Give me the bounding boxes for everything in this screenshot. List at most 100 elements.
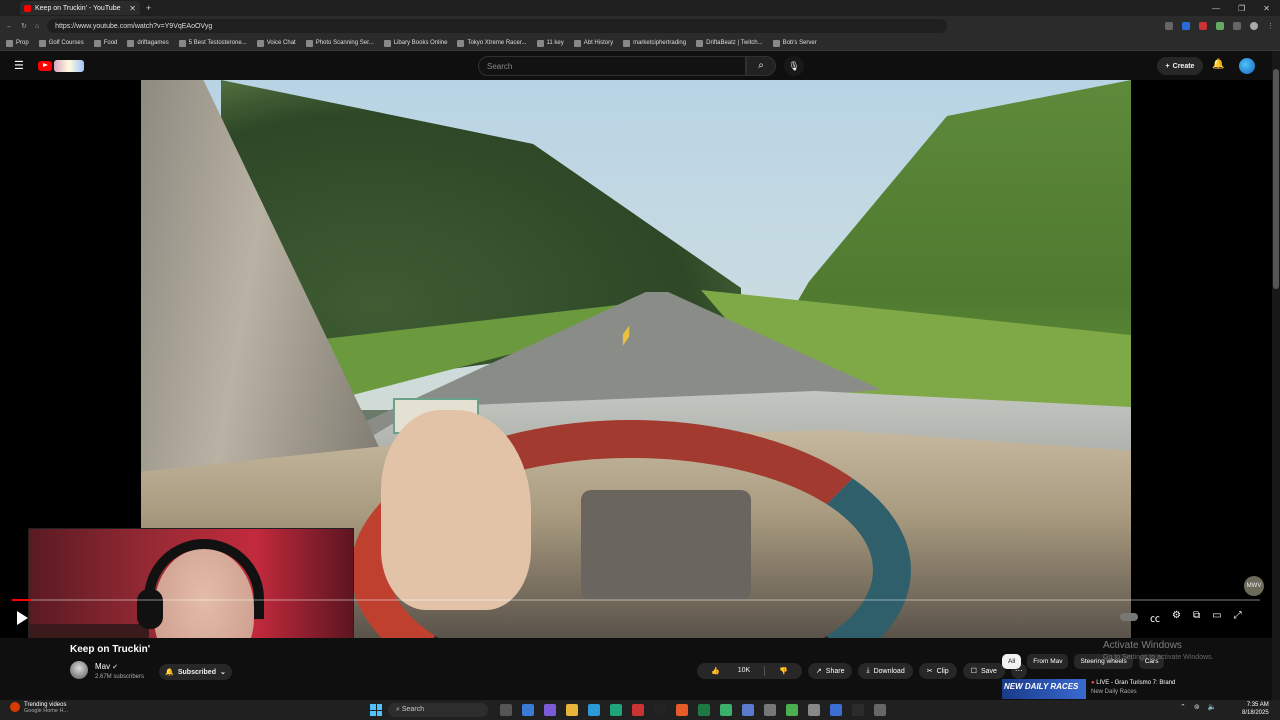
site-icon xyxy=(623,39,631,47)
minimize-icon[interactable]: — xyxy=(1212,4,1220,13)
download-button[interactable]: ⤓ Download xyxy=(858,663,913,679)
url-field[interactable]: https://www.youtube.com/watch?v=Y9VqEAoO… xyxy=(47,19,948,33)
app-icon[interactable] xyxy=(720,704,732,716)
bookmark-item[interactable]: Photo Scanning Ser... xyxy=(305,39,374,47)
taskbar-clock[interactable]: 7:35 AM 8/18/2025 xyxy=(1242,701,1269,717)
bookmark-item[interactable]: Tokyo Xtreme Racer... xyxy=(457,39,527,47)
browser-tab[interactable]: Keep on Truckin' - YouTube ✕ xyxy=(20,1,140,15)
extension-icon[interactable] xyxy=(1182,22,1190,30)
dislike-button[interactable]: 👎 xyxy=(765,667,802,675)
recommended-thumbnail[interactable]: NEW DAILY RACES xyxy=(1002,679,1086,699)
extension-icon[interactable] xyxy=(1165,22,1173,30)
bookmark-item[interactable]: DriftaBeatz | Twitch... xyxy=(696,39,763,47)
extension-icon[interactable] xyxy=(1216,22,1224,30)
bookmark-item[interactable]: Golf Courses xyxy=(38,39,84,47)
volume-icon[interactable]: 🔈 xyxy=(1208,703,1217,711)
app-icon[interactable] xyxy=(808,704,820,716)
home-icon[interactable]: ⌂ xyxy=(35,23,39,30)
close-window-icon[interactable]: ✕ xyxy=(1263,4,1270,13)
progress-bar[interactable] xyxy=(12,599,1260,601)
bookmark-item[interactable]: driftagames xyxy=(127,39,169,47)
app-icon[interactable] xyxy=(654,704,666,716)
settings-gear-icon[interactable]: ⚙ xyxy=(1172,610,1181,625)
app-icon[interactable] xyxy=(742,704,754,716)
chip-from-mav[interactable]: From Mav xyxy=(1027,654,1069,669)
search-input[interactable]: Search xyxy=(478,56,746,76)
like-button[interactable]: 👍 10K xyxy=(697,667,764,675)
share-button[interactable]: ↗ Share xyxy=(807,663,853,679)
edge-icon[interactable] xyxy=(610,704,622,716)
copilot-icon[interactable] xyxy=(544,704,556,716)
scrollbar-thumb[interactable] xyxy=(1273,69,1279,289)
search-button[interactable]: ⌕ xyxy=(746,56,776,76)
live-dot-icon: ● xyxy=(1091,680,1095,686)
app-icon[interactable] xyxy=(764,704,776,716)
app-icon[interactable] xyxy=(632,704,644,716)
bookmark-item[interactable]: 11 key xyxy=(536,39,564,47)
system-tray: ⌃ ⊚ 🔈 xyxy=(1180,703,1216,711)
new-tab-button[interactable]: + xyxy=(146,3,151,13)
chip-all[interactable]: All xyxy=(1002,654,1022,669)
reload-icon[interactable]: ↻ xyxy=(21,22,27,30)
app-icon[interactable] xyxy=(522,704,534,716)
extension-icon[interactable] xyxy=(1233,22,1241,30)
menu-dots-icon[interactable]: ⋮ xyxy=(1267,22,1274,30)
video-player[interactable]: MWV ㏄ ⚙ ⧉ ▭ ⤢ xyxy=(0,80,1272,638)
hamburger-menu-icon[interactable]: ☰ xyxy=(14,59,26,72)
youtube-logo[interactable] xyxy=(38,60,52,71)
channel-name-row[interactable]: Mav ✔ xyxy=(95,662,118,671)
maximize-icon[interactable]: ❐ xyxy=(1238,4,1245,13)
youtube-doodle-logo[interactable] xyxy=(54,59,84,72)
maps-icon[interactable] xyxy=(786,704,798,716)
bookmark-item[interactable]: Voice Chat xyxy=(256,39,296,47)
taskbar-search[interactable]: ⌕ Search xyxy=(388,703,488,717)
bookmark-item[interactable]: marketciphertrading xyxy=(623,39,686,47)
channel-avatar[interactable] xyxy=(70,661,88,679)
bookmark-item[interactable]: Abt History xyxy=(573,39,613,47)
task-view-icon[interactable] xyxy=(500,704,512,716)
miniplayer-icon[interactable]: ⧉ xyxy=(1193,610,1200,625)
subscribed-button[interactable]: 🔔 Subscribed ⌄ xyxy=(159,664,232,680)
profile-avatar-icon[interactable] xyxy=(1250,22,1258,30)
page-scrollbar[interactable] xyxy=(1272,51,1280,700)
fullscreen-icon[interactable]: ⤢ xyxy=(1234,610,1242,625)
account-avatar[interactable] xyxy=(1239,58,1255,74)
news-widget[interactable]: Trending videos Google Home H... xyxy=(10,702,68,714)
windows-start-icon[interactable] xyxy=(370,704,382,716)
excel-icon[interactable] xyxy=(698,704,710,716)
captions-icon[interactable]: ㏄ xyxy=(1150,610,1160,625)
close-tab-icon[interactable]: ✕ xyxy=(129,4,136,13)
bookmark-item[interactable]: Bob's Server xyxy=(772,39,817,47)
autoplay-toggle[interactable] xyxy=(1120,613,1138,621)
bookmark-item[interactable]: Libary Books Online xyxy=(383,39,447,47)
app-icon[interactable] xyxy=(830,704,842,716)
headphone-cup xyxy=(137,589,163,629)
network-icon[interactable]: ⊚ xyxy=(1194,703,1200,711)
clock-time: 7:35 AM xyxy=(1246,702,1269,708)
bookmark-item[interactable]: 5 Best Testosterone... xyxy=(178,39,247,47)
file-explorer-icon[interactable] xyxy=(566,704,578,716)
recommended-video[interactable]: NEW DAILY RACES ● LIVE - Gran Turismo 7:… xyxy=(1002,679,1272,699)
recommended-title-row[interactable]: ● LIVE - Gran Turismo 7: Brand xyxy=(1091,680,1175,686)
app-icon[interactable] xyxy=(852,704,864,716)
microphone-icon: 🎙 xyxy=(788,61,800,71)
back-icon[interactable]: ← xyxy=(6,23,13,30)
bookmark-item[interactable]: Prop xyxy=(6,39,29,47)
extension-icon[interactable] xyxy=(1199,22,1207,30)
create-button[interactable]: + Create xyxy=(1157,57,1203,75)
windows-taskbar: Trending videos Google Home H... ⌕ Searc… xyxy=(0,700,1280,720)
brave-icon[interactable] xyxy=(676,704,688,716)
folder-icon xyxy=(38,39,46,47)
channel-name[interactable]: Mav xyxy=(95,662,110,671)
voice-search-button[interactable]: 🎙 xyxy=(784,56,804,76)
save-button[interactable]: ☐ Save xyxy=(962,663,1005,679)
bookmark-item[interactable]: Food xyxy=(93,39,117,47)
channel-watermark[interactable]: MWV xyxy=(1244,576,1264,596)
play-button[interactable] xyxy=(14,610,30,626)
app-icon[interactable] xyxy=(874,704,886,716)
clip-button[interactable]: ✂ Clip xyxy=(918,663,957,679)
app-icon[interactable] xyxy=(588,704,600,716)
theater-mode-icon[interactable]: ▭ xyxy=(1212,610,1221,625)
notifications-bell-icon[interactable]: 🔔 xyxy=(1212,59,1224,70)
chevron-up-icon[interactable]: ⌃ xyxy=(1180,703,1186,711)
